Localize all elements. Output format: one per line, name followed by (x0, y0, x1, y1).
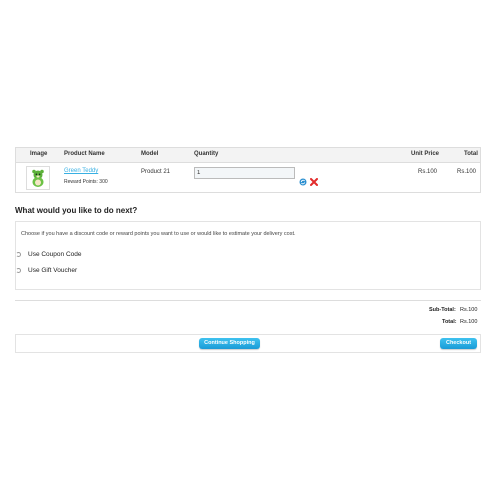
option-use-coupon[interactable]: Use Coupon Code (16, 250, 216, 260)
cart-table: Image Product Name Model Quantity Unit P… (15, 147, 481, 193)
unit-price: Rs.100 (418, 169, 438, 175)
expand-icon (16, 252, 21, 257)
teddy-image (32, 169, 44, 187)
column-header-product-name: Product Name (64, 151, 105, 157)
column-header-quantity: Quantity (194, 151, 219, 157)
refresh-icon[interactable] (299, 173, 307, 186)
option-label: Use Coupon Code (28, 251, 82, 258)
column-header-unit-price: Unit Price (411, 151, 440, 157)
reward-points: Reward Points: 300 (64, 179, 108, 185)
continue-shopping-button[interactable]: Continue Shopping (199, 338, 260, 349)
next-section-title: What would you like to do next? (15, 206, 138, 215)
column-header-image: Image (30, 151, 48, 157)
remove-icon[interactable] (310, 173, 318, 186)
product-thumbnail[interactable] (26, 166, 50, 190)
total-value: Rs.100 (460, 319, 478, 325)
quantity-input[interactable] (194, 167, 295, 179)
checkout-button[interactable]: Checkout (440, 338, 477, 349)
option-label: Use Gift Voucher (28, 267, 78, 274)
column-header-total: Total (464, 151, 478, 157)
option-use-voucher[interactable]: Use Gift Voucher (16, 266, 216, 276)
cart-buttons-bar: Continue Shopping Checkout (15, 334, 481, 353)
total-label: Total: (442, 319, 457, 325)
next-description: Choose if you have a discount code or re… (21, 231, 296, 237)
sub-total-value: Rs.100 (460, 307, 478, 313)
cart-totals: Sub-Total: Rs.100 Total: Rs.100 (15, 300, 481, 330)
line-total: Rs.100 (457, 169, 477, 175)
sub-total-label: Sub-Total: (429, 307, 456, 313)
column-header-model: Model (141, 151, 159, 157)
product-model: Product 21 (141, 169, 171, 175)
product-name-link[interactable]: Green Teddy (64, 168, 98, 174)
next-options-box: Choose if you have a discount code or re… (15, 221, 481, 290)
expand-icon (16, 268, 21, 273)
cart-table-header: Image Product Name Model Quantity Unit P… (16, 148, 480, 163)
